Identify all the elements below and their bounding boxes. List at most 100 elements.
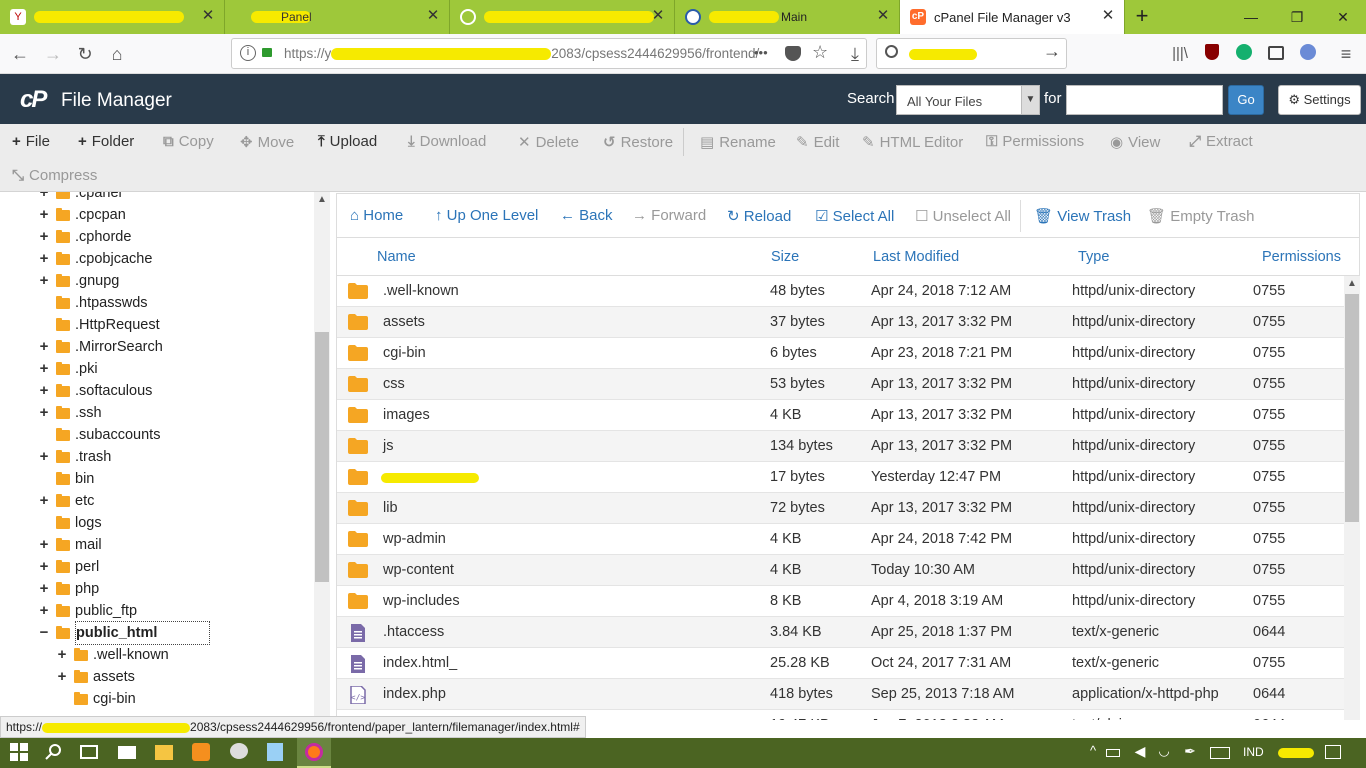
home-button[interactable]: ⌂ Home (350, 207, 403, 224)
tree-node-label[interactable]: etc (75, 490, 94, 512)
search-go-arrow-icon[interactable]: → (1043, 41, 1061, 62)
tree-node-label[interactable]: logs (75, 512, 102, 534)
tree-node[interactable]: + mail (38, 534, 102, 556)
restore-button[interactable]: ↺ Restore (603, 133, 673, 151)
expand-icon[interactable]: + (38, 578, 50, 600)
new-tab-button[interactable]: + (1125, 0, 1159, 34)
tree-node[interactable]: cgi-bin (56, 688, 136, 710)
collapse-icon[interactable]: − (38, 622, 50, 644)
tree-node-label[interactable]: .MirrorSearch (75, 336, 163, 358)
sidebar-icon[interactable] (1264, 42, 1288, 66)
copy-button[interactable]: ⧉ Copy (163, 133, 214, 150)
expand-icon[interactable]: + (56, 666, 68, 688)
search-icon[interactable] (45, 743, 65, 763)
tree-node-label[interactable]: assets (93, 666, 135, 688)
tree-node-label[interactable]: .trash (75, 446, 111, 468)
expand-icon[interactable]: + (38, 600, 50, 622)
expand-icon[interactable]: + (56, 644, 68, 666)
scroll-up-icon[interactable]: ▲ (1347, 278, 1357, 289)
keyboard-icon[interactable] (1210, 743, 1230, 763)
cell-name[interactable]: cgi-bin (383, 345, 426, 361)
file-row[interactable]: lib 72 bytes Apr 13, 2017 3:32 PM httpd/uni… (337, 493, 1344, 524)
language-indicator[interactable]: IND (1243, 745, 1264, 759)
tree-node[interactable]: + .cpcpan (38, 204, 126, 226)
select-all-button[interactable]: ☑ Select All (815, 207, 894, 225)
file-list-scrollbar[interactable]: ▲ (1344, 276, 1360, 720)
browser-tab-3[interactable]: ✕ (450, 0, 675, 34)
url-bar[interactable]: i https://y 2083/cpsess2444629956/fronten… (231, 38, 867, 69)
column-name[interactable]: Name (377, 249, 416, 265)
compress-button[interactable]: ⤡ Compress (12, 167, 97, 184)
tree-node[interactable]: + .gnupg (38, 270, 120, 292)
file-row[interactable]: assets 37 bytes Apr 13, 2017 3:32 PM httpd/… (337, 307, 1344, 338)
page-actions-icon[interactable]: ••• (754, 45, 768, 60)
tree-node-label[interactable]: .well-known (93, 644, 169, 666)
browser-tab-active[interactable]: cP cPanel File Manager v3 ✕ (900, 0, 1125, 34)
tree-node-label[interactable]: .softaculous (75, 380, 152, 402)
expand-icon[interactable]: + (38, 490, 50, 512)
expand-icon[interactable]: + (38, 226, 50, 248)
delete-button[interactable]: ✕ Delete (518, 133, 579, 151)
firefox-active-tile[interactable] (297, 738, 331, 768)
tree-node-label[interactable]: perl (75, 556, 99, 578)
rename-button[interactable]: ▤ Rename (700, 133, 776, 151)
extract-button[interactable]: ⤢ Extract (1189, 133, 1253, 150)
expand-icon[interactable]: + (38, 336, 50, 358)
column-size[interactable]: Size (771, 249, 799, 265)
tree-node[interactable]: + assets (56, 666, 135, 688)
tree-node-label[interactable]: public_html (75, 621, 211, 645)
tree-node[interactable]: .HttpRequest (38, 314, 160, 336)
close-tab-icon[interactable]: ✕ (200, 8, 216, 24)
tree-node-label[interactable]: .gnupg (75, 270, 119, 292)
html-editor-button[interactable]: ✎ HTML Editor (862, 133, 963, 151)
expand-icon[interactable]: + (38, 446, 50, 468)
browser-tab-4[interactable]: Main ✕ (675, 0, 900, 34)
file-list-scroll-thumb[interactable] (1345, 294, 1359, 522)
ublock-icon[interactable] (1200, 42, 1224, 66)
close-tab-icon[interactable]: ✕ (1100, 8, 1116, 24)
task-view-icon[interactable] (80, 743, 100, 763)
tree-node[interactable]: + .cpobjcache (38, 248, 153, 270)
pocket-icon[interactable] (785, 46, 801, 61)
tree-node-label[interactable]: .cpobjcache (75, 248, 152, 270)
tree-node-label[interactable]: public_ftp (75, 600, 137, 622)
grammarly-icon[interactable] (1232, 42, 1256, 66)
tree-node[interactable]: logs (38, 512, 102, 534)
tree-node[interactable]: + public_ftp (38, 600, 137, 622)
download-icon[interactable]: ⤓ (843, 42, 867, 66)
cell-name[interactable]: lib (383, 500, 398, 516)
cell-name[interactable]: wp-content (383, 562, 454, 578)
sublime-text-icon[interactable] (192, 743, 212, 763)
bookmark-star-icon[interactable]: ☆ (812, 42, 828, 63)
up-one-level-button[interactable]: ↑ Up One Level (435, 207, 538, 224)
tree-node[interactable]: + .MirrorSearch (38, 336, 163, 358)
tree-node-label[interactable]: .htpasswds (75, 292, 148, 314)
tree-node-label[interactable]: .cphorde (75, 226, 131, 248)
expand-icon[interactable]: + (38, 380, 50, 402)
cell-name[interactable]: js (383, 438, 393, 454)
tree-node-label[interactable]: .HttpRequest (75, 314, 160, 336)
tree-node-label[interactable]: .subaccounts (75, 424, 160, 446)
upload-button[interactable]: ⤒ Upload (318, 133, 377, 150)
expand-icon[interactable]: + (38, 270, 50, 292)
tree-node[interactable]: + .well-known (56, 644, 169, 666)
tree-node-label[interactable]: .cpanel (75, 192, 122, 204)
close-window-button[interactable]: ✕ (1320, 0, 1366, 34)
volume-icon[interactable]: ◀ (1130, 743, 1150, 763)
tree-node[interactable]: + .softaculous (38, 380, 153, 402)
app-icon[interactable] (230, 743, 250, 763)
minimize-button[interactable]: — (1228, 0, 1274, 34)
file-row[interactable]: </> index.php 418 bytes Sep 25, 2013 7:18 A… (337, 679, 1344, 710)
file-row[interactable]: js 134 bytes Apr 13, 2017 3:32 PM httpd/uni… (337, 431, 1344, 462)
mail-icon[interactable] (118, 743, 138, 763)
expand-icon[interactable]: + (38, 204, 50, 226)
tree-node[interactable]: + etc (38, 490, 95, 512)
file-row[interactable]: wp-content 4 KB Today 10:30 AM httpd/unix-d… (337, 555, 1344, 586)
browser-search-box[interactable]: → (876, 38, 1067, 69)
notepad-icon[interactable] (267, 743, 287, 763)
cell-name[interactable]: wp-includes (383, 593, 460, 609)
browser-tab-2[interactable]: Panel ✕ (225, 0, 450, 34)
new-folder-button[interactable]: + Folder (78, 133, 134, 150)
tree-node[interactable]: .subaccounts (38, 424, 160, 446)
column-last-modified[interactable]: Last Modified (873, 249, 959, 265)
